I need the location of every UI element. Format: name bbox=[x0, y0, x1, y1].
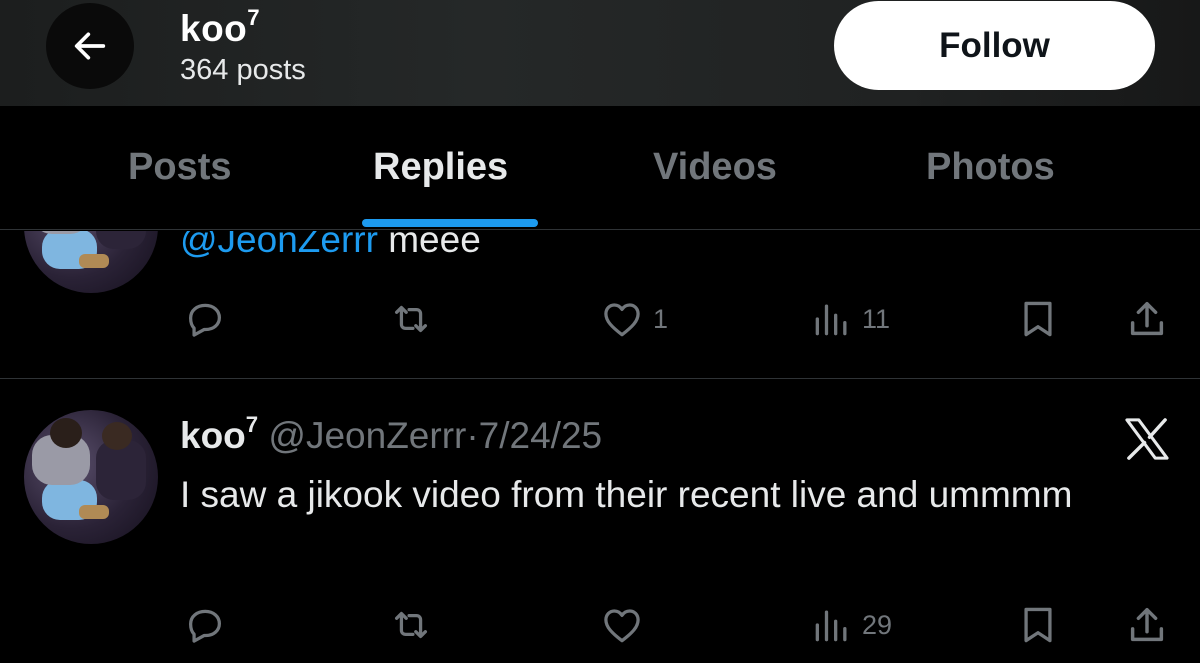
author-name[interactable]: koo7 bbox=[180, 414, 258, 456]
follow-button[interactable]: Follow bbox=[834, 1, 1155, 90]
repost-icon bbox=[394, 305, 428, 333]
like-button[interactable] bbox=[599, 600, 645, 650]
views-button[interactable]: 29 bbox=[810, 600, 892, 650]
back-button[interactable] bbox=[46, 3, 134, 89]
views-icon bbox=[815, 304, 847, 336]
tweet-reply[interactable]: @JeonZerrr meee 1 11 bbox=[0, 231, 1200, 379]
reply-button[interactable] bbox=[182, 294, 228, 344]
like-button[interactable]: 1 bbox=[599, 294, 668, 344]
repost-icon bbox=[394, 611, 428, 639]
share-icon bbox=[1130, 301, 1164, 336]
back-arrow-icon bbox=[74, 32, 106, 60]
views-button[interactable]: 11 bbox=[810, 294, 890, 344]
profile-header: koo7 364 posts Follow bbox=[0, 0, 1200, 106]
avatar[interactable] bbox=[24, 410, 158, 544]
reply-icon bbox=[188, 303, 222, 337]
tweet-reply[interactable]: koo7 @JeonZerrr·7/24/25 I saw a jikook v… bbox=[0, 380, 1200, 663]
repost-button[interactable] bbox=[386, 600, 436, 650]
share-button[interactable] bbox=[1124, 294, 1170, 344]
bookmark-icon bbox=[1024, 301, 1052, 337]
like-icon bbox=[604, 303, 640, 337]
active-tab-indicator bbox=[362, 219, 538, 227]
more-options-button[interactable] bbox=[1118, 410, 1176, 468]
reply-button[interactable] bbox=[182, 600, 228, 650]
like-count: 1 bbox=[653, 303, 669, 334]
tweet-actions: 1 11 bbox=[0, 294, 1200, 344]
repost-button[interactable] bbox=[386, 294, 436, 344]
tweet-text: I saw a jikook video from their recent l… bbox=[180, 474, 1073, 515]
reply-text: @JeonZerrr meee bbox=[180, 231, 481, 261]
tab-replies[interactable]: Replies bbox=[373, 146, 508, 189]
tweet-meta: koo7 @JeonZerrr·7/24/25 bbox=[180, 414, 602, 457]
x-logo-icon bbox=[1125, 418, 1169, 460]
profile-tabs: Posts Replies Videos Photos bbox=[0, 106, 1200, 230]
profile-name: koo7 bbox=[180, 5, 261, 49]
reply-icon bbox=[188, 609, 222, 643]
tweet-actions: 29 bbox=[0, 600, 1200, 650]
tab-posts[interactable]: Posts bbox=[128, 146, 231, 189]
views-icon bbox=[815, 610, 847, 642]
author-handle[interactable]: @JeonZerrr bbox=[268, 415, 466, 456]
like-icon bbox=[604, 609, 640, 643]
view-count: 11 bbox=[862, 303, 891, 334]
share-button[interactable] bbox=[1124, 600, 1170, 650]
tab-photos[interactable]: Photos bbox=[926, 146, 1055, 189]
bookmark-button[interactable] bbox=[1016, 600, 1060, 650]
avatar[interactable] bbox=[24, 231, 158, 293]
bookmark-icon bbox=[1024, 607, 1052, 643]
tab-videos[interactable]: Videos bbox=[653, 146, 777, 189]
post-count: 364 posts bbox=[180, 54, 306, 86]
meta-separator: · bbox=[466, 415, 479, 456]
share-icon bbox=[1130, 607, 1164, 642]
bookmark-button[interactable] bbox=[1016, 294, 1060, 344]
tweet-date[interactable]: 7/24/25 bbox=[479, 415, 602, 456]
view-count: 29 bbox=[862, 609, 893, 640]
mention-link[interactable]: @JeonZerrr bbox=[180, 231, 378, 260]
